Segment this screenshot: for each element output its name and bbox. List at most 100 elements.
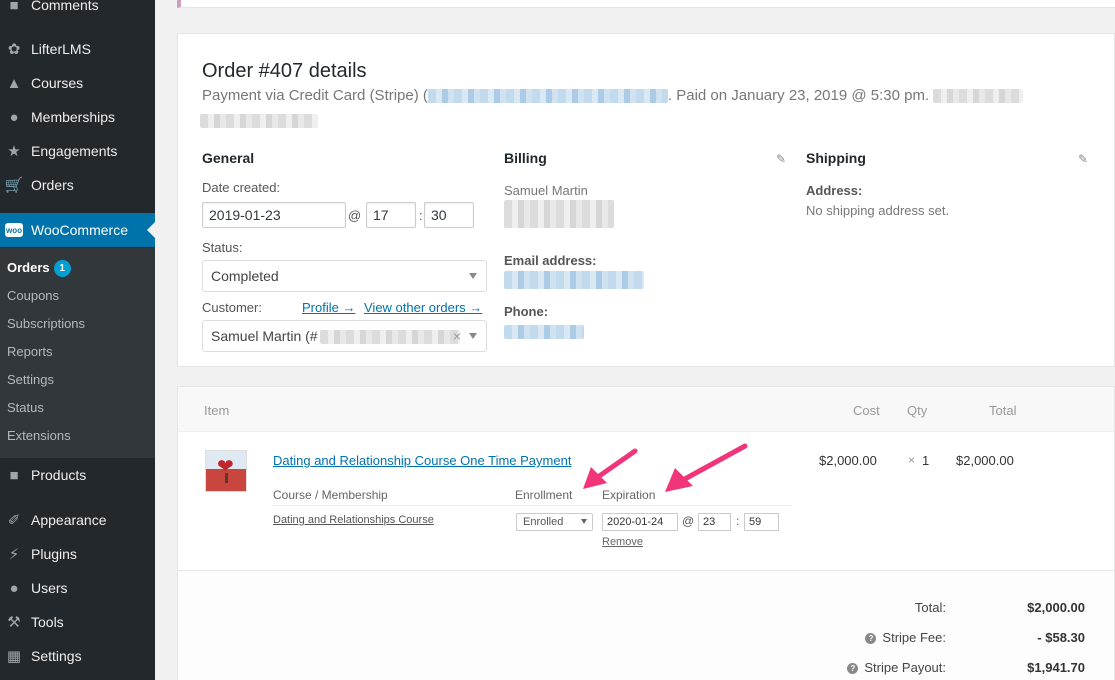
- users-icon: ●: [9, 579, 19, 597]
- wrench-icon: ⚒: [7, 614, 21, 631]
- product-link[interactable]: Dating and Relationship Course One Time …: [273, 453, 571, 468]
- lifterlms-icon: ✿: [7, 41, 21, 58]
- help-icon[interactable]: ?: [847, 663, 859, 674]
- menu-woocommerce[interactable]: woo WooCommerce: [0, 213, 155, 247]
- settings-icon: ▦: [6, 648, 22, 665]
- admin-sidebar: ■ Comments ✿ LifterLMS ▲ Courses ● Membe…: [0, 0, 155, 680]
- menu-label: WooCommerce: [31, 222, 128, 238]
- col-total: Total: [989, 403, 1017, 418]
- submenu-extensions[interactable]: Extensions: [7, 426, 71, 446]
- exp-colon: :: [736, 514, 740, 528]
- menu-tools[interactable]: ⚒ Tools: [0, 605, 155, 639]
- product-thumbnail: ❤: [205, 450, 247, 492]
- general-heading: General: [202, 150, 255, 166]
- redacted-address: [504, 200, 614, 228]
- woocommerce-icon: woo: [5, 221, 23, 239]
- customer-select[interactable]: Samuel Martin (# ×: [202, 320, 487, 352]
- help-icon[interactable]: ?: [865, 633, 877, 644]
- billing-address-redacted: [504, 200, 614, 228]
- cart-icon: 🛒: [4, 177, 24, 194]
- comments-icon: ■: [9, 0, 19, 14]
- expiration-hour-input[interactable]: [698, 513, 731, 531]
- menu-settings[interactable]: ▦ Settings: [0, 639, 155, 673]
- submenu-reports[interactable]: Reports: [7, 342, 53, 362]
- stripe-fee-label: ? Stripe Fee:: [865, 630, 946, 645]
- submenu-coupons[interactable]: Coupons: [7, 286, 59, 306]
- enrollment-select[interactable]: Enrolled: [516, 513, 593, 531]
- engagements-icon: ★: [7, 143, 21, 160]
- shipping-address-text: No shipping address set.: [806, 203, 950, 218]
- items-table-header: Item Cost Qty Total: [178, 387, 1114, 432]
- billing-phone: [504, 323, 584, 341]
- date-created-input[interactable]: [202, 202, 346, 228]
- menu-label: Products: [31, 467, 87, 483]
- edit-billing-pencil-icon[interactable]: ✎: [776, 152, 786, 166]
- menu-label: Appearance: [31, 512, 107, 528]
- email-label: Email address:: [504, 253, 597, 268]
- stripe-payout-label: ? Stripe Payout:: [847, 660, 946, 675]
- status-label: Status:: [202, 240, 243, 255]
- redacted-email: [504, 271, 644, 289]
- menu-courses[interactable]: ▲ Courses: [0, 66, 155, 100]
- colon-separator: :: [419, 208, 423, 223]
- item-cost: $2,000.00: [819, 453, 877, 468]
- menu-memberships[interactable]: ● Memberships: [0, 100, 155, 134]
- products-icon: ■: [9, 466, 19, 484]
- menu-comments[interactable]: ■ Comments: [0, 0, 155, 22]
- col-item: Item: [204, 403, 230, 418]
- expiration-date-input[interactable]: [602, 513, 678, 531]
- date-created-label: Date created:: [202, 180, 281, 195]
- course-link[interactable]: Dating and Relationships Course: [273, 514, 434, 526]
- redacted-phone: [504, 324, 584, 339]
- order-meta-line2: [200, 112, 318, 130]
- menu-products[interactable]: ■ Products: [0, 458, 155, 492]
- submenu-status[interactable]: Status: [7, 398, 44, 418]
- clear-icon[interactable]: ×: [453, 321, 461, 351]
- menu-label: Tools: [31, 614, 64, 630]
- customer-label: Customer:: [202, 300, 262, 315]
- total-label: Total:: [914, 600, 946, 615]
- orders-count-badge: 1: [53, 260, 71, 277]
- redacted-customer-email: [319, 330, 460, 345]
- hour-input[interactable]: [366, 202, 416, 228]
- shipping-address-label: Address:: [806, 183, 863, 198]
- menu-label: Memberships: [31, 109, 116, 125]
- total-value: $2,000.00: [1027, 600, 1085, 615]
- memberships-icon: ●: [9, 108, 19, 126]
- expiration-minute-input[interactable]: [744, 513, 779, 531]
- order-data-panel: Order #407 details Payment via Credit Ca…: [177, 33, 1115, 367]
- menu-orders[interactable]: 🛒 Orders: [0, 168, 155, 202]
- order-totals: Total: $2,000.00 ? Stripe Fee: - $58.30 ?…: [178, 570, 1114, 680]
- item-qty: 1: [922, 453, 930, 468]
- courses-icon: ▲: [6, 74, 22, 92]
- plugin-icon: ⚡: [8, 546, 20, 563]
- status-select[interactable]: Completed: [202, 260, 487, 292]
- menu-label: Orders: [31, 177, 74, 193]
- minute-input[interactable]: [424, 202, 474, 228]
- menu-appearance[interactable]: ✐ Appearance: [0, 503, 155, 537]
- menu-lifterlms[interactable]: ✿ LifterLMS: [0, 32, 155, 66]
- stripe-fee-value: - $58.30: [1037, 630, 1085, 645]
- caret-down-icon: [581, 519, 587, 524]
- menu-plugins[interactable]: ⚡ Plugins: [0, 537, 155, 571]
- menu-label: Courses: [31, 75, 84, 91]
- order-title: Order #407 details: [202, 60, 367, 82]
- submenu-settings[interactable]: Settings: [7, 370, 54, 390]
- sub-col-enrollment: Enrollment: [515, 488, 573, 502]
- edit-shipping-pencil-icon[interactable]: ✎: [1078, 152, 1088, 166]
- customer-profile-link[interactable]: Profile →: [302, 300, 355, 315]
- admin-notice: [177, 0, 1115, 8]
- menu-users[interactable]: ● Users: [0, 571, 155, 605]
- caret-down-icon: [469, 273, 477, 279]
- remove-link[interactable]: Remove: [602, 536, 643, 548]
- exp-at: @: [682, 514, 695, 528]
- view-other-orders-link[interactable]: View other orders →: [364, 300, 482, 315]
- menu-engagements[interactable]: ★ Engagements: [0, 134, 155, 168]
- item-total: $2,000.00: [956, 453, 1014, 468]
- submenu-subscriptions[interactable]: Subscriptions: [7, 314, 85, 334]
- col-cost: Cost: [853, 403, 880, 418]
- billing-name: Samuel Martin: [504, 183, 588, 198]
- submenu-orders[interactable]: Orders 1: [7, 258, 71, 278]
- woocommerce-submenu: Orders 1 Coupons Subscriptions Reports Se…: [0, 248, 155, 458]
- sub-col-expiration: Expiration: [602, 488, 656, 502]
